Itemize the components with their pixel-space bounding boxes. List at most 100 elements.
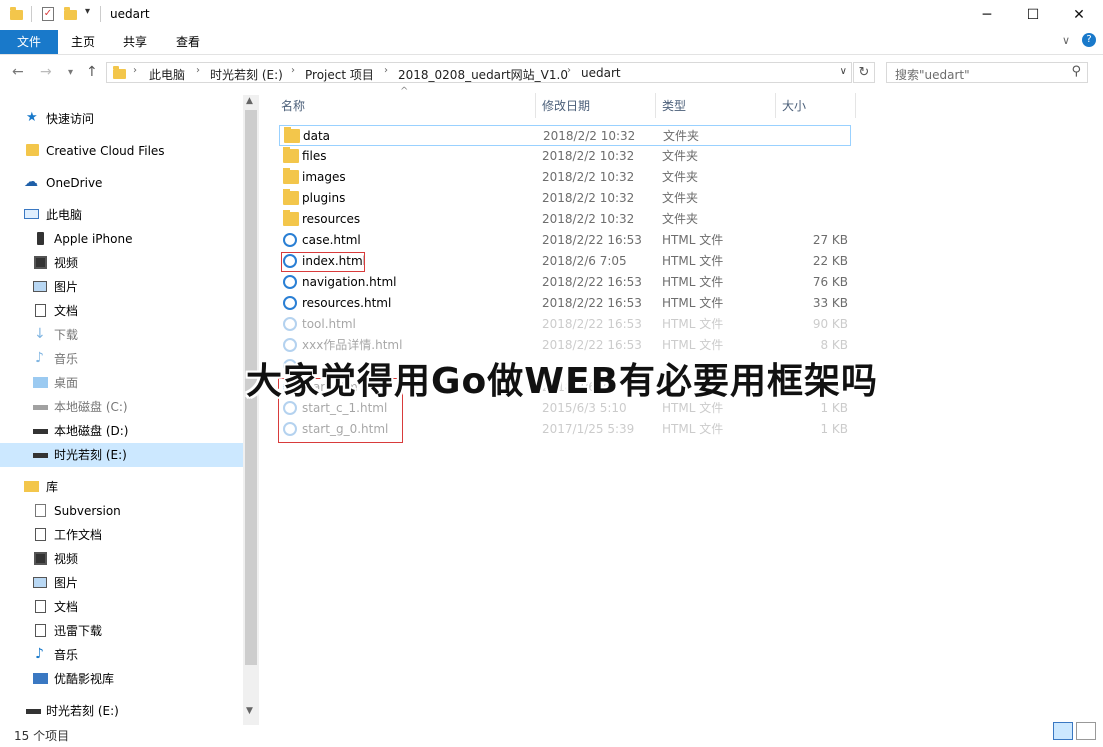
column-divider[interactable]: [775, 93, 776, 118]
search-icon[interactable]: ⚲: [1071, 64, 1081, 79]
column-header-name[interactable]: 名称: [281, 97, 305, 114]
file-row[interactable]: resources 2018/2/2 10:32 文件夹: [279, 209, 851, 230]
large-icons-view-button[interactable]: [1076, 722, 1096, 740]
scroll-down-icon[interactable]: ▼: [246, 706, 253, 716]
details-view-button[interactable]: [1053, 722, 1073, 740]
recent-chevron-icon[interactable]: ▾: [68, 67, 73, 78]
maximize-button[interactable]: ☐: [1010, 0, 1056, 30]
nav-item-label: Creative Cloud Files: [46, 144, 165, 158]
expand-ribbon-icon[interactable]: ∨: [1062, 34, 1070, 47]
file-type: HTML 文件: [662, 422, 724, 436]
file-row[interactable]: images 2018/2/2 10:32 文件夹: [279, 167, 851, 188]
file-type: 文件夹: [662, 212, 699, 226]
sort-ascending-icon: ^: [400, 86, 409, 97]
nav-item-youku[interactable]: 优酷影视库: [0, 667, 243, 691]
nav-item-lib-pictures[interactable]: 图片: [0, 571, 243, 595]
column-header-size[interactable]: 大小: [782, 97, 806, 114]
nav-item-music[interactable]: ♪ 音乐: [0, 347, 243, 371]
breadcrumb-this-pc[interactable]: 此电脑: [149, 66, 185, 83]
nav-item-drive-e[interactable]: 时光若刻 (E:): [0, 443, 243, 467]
file-row[interactable]: resources.html 2018/2/22 16:53 HTML 文件 3…: [279, 293, 851, 314]
refresh-button[interactable]: ↻: [853, 62, 875, 83]
nav-item-lib-videos[interactable]: 视频: [0, 547, 243, 571]
nav-item-downloads[interactable]: ↓ 下载: [0, 323, 243, 347]
file-name: tool.html: [302, 317, 356, 331]
nav-item-libraries[interactable]: 库: [0, 475, 243, 499]
nav-item-label: 迅雷下载: [54, 624, 103, 638]
chevron-down-icon[interactable]: ▾: [85, 6, 90, 17]
nav-item-quick-access[interactable]: ★ 快速访问: [0, 107, 243, 131]
tab-view[interactable]: 查看: [176, 30, 200, 54]
search-input[interactable]: 搜索"uedart" ⚲: [886, 62, 1088, 83]
file-name: case.html: [302, 233, 361, 247]
file-row[interactable]: plugins 2018/2/2 10:32 文件夹: [279, 188, 851, 209]
column-header-date[interactable]: 修改日期: [542, 97, 590, 114]
file-type: 文件夹: [662, 170, 699, 184]
document-icon: [35, 528, 46, 541]
nav-item-drive-e-bottom[interactable]: 时光若刻 (E:): [0, 699, 243, 723]
file-row[interactable]: case.html 2018/2/22 16:53 HTML 文件 27 KB: [279, 230, 851, 251]
file-date: 2018/2/22 16:53: [542, 233, 642, 247]
column-divider[interactable]: [655, 93, 656, 118]
document-icon: [35, 304, 46, 317]
chevron-down-icon[interactable]: ∨: [840, 66, 847, 77]
folder-icon[interactable]: [10, 7, 23, 20]
back-arrow-icon[interactable]: ←: [12, 64, 24, 80]
column-divider[interactable]: [855, 93, 856, 118]
nav-item-documents[interactable]: 文档: [0, 299, 243, 323]
breadcrumb-separator[interactable]: ›: [384, 65, 388, 76]
nav-item-onedrive[interactable]: ☁ OneDrive: [0, 171, 243, 195]
breadcrumb-uedart[interactable]: uedart: [581, 66, 621, 80]
column-divider[interactable]: [535, 93, 536, 118]
file-row[interactable]: files 2018/2/2 10:32 文件夹: [279, 146, 851, 167]
properties-icon[interactable]: ✓: [42, 7, 54, 21]
breadcrumb-separator[interactable]: ›: [567, 65, 571, 76]
file-row[interactable]: navigation.html 2018/2/22 16:53 HTML 文件 …: [279, 272, 851, 293]
nav-item-creative-cloud[interactable]: Creative Cloud Files: [0, 139, 243, 163]
nav-item-lib-music[interactable]: ♪ 音乐: [0, 643, 243, 667]
tab-home[interactable]: 主页: [71, 30, 95, 54]
nav-item-label: 视频: [54, 552, 79, 566]
forward-arrow-icon[interactable]: →: [40, 64, 52, 80]
nav-item-label: 此电脑: [46, 208, 83, 222]
file-row[interactable]: tool.html 2018/2/22 16:53 HTML 文件 90 KB: [279, 314, 851, 335]
address-bar[interactable]: › 此电脑 › 时光若刻 (E:) › Project 项目 › 2018_02…: [106, 62, 852, 83]
nav-item-pictures[interactable]: 图片: [0, 275, 243, 299]
file-name: navigation.html: [302, 275, 397, 289]
breadcrumb-project[interactable]: Project 项目: [305, 66, 374, 83]
breadcrumb-separator[interactable]: ›: [133, 65, 137, 76]
minimize-button[interactable]: ─: [964, 0, 1010, 30]
ribbon-divider: [0, 54, 1103, 55]
ribbon: 文件 主页 共享 查看 ∨ ?: [0, 30, 1103, 54]
nav-item-this-pc[interactable]: 此电脑: [0, 203, 243, 227]
breadcrumb-drive-e[interactable]: 时光若刻 (E:): [210, 66, 283, 83]
nav-item-label: 音乐: [54, 648, 79, 662]
breadcrumb-site-folder[interactable]: 2018_0208_uedart网站_V1.0: [398, 66, 568, 83]
file-icon: [35, 504, 46, 517]
search-placeholder: 搜索"uedart": [895, 68, 970, 82]
breadcrumb-separator[interactable]: ›: [196, 65, 200, 76]
nav-item-work-docs[interactable]: 工作文档: [0, 523, 243, 547]
breadcrumb-separator[interactable]: ›: [291, 65, 295, 76]
nav-item-iphone[interactable]: Apple iPhone: [0, 227, 243, 251]
up-arrow-icon[interactable]: ↑: [86, 64, 98, 80]
nav-item-drive-d[interactable]: 本地磁盘 (D:): [0, 419, 243, 443]
folder-icon: [284, 127, 300, 143]
tab-file[interactable]: 文件: [0, 30, 58, 54]
close-button[interactable]: ✕: [1056, 0, 1102, 30]
help-icon[interactable]: ?: [1082, 33, 1096, 47]
scroll-up-icon[interactable]: ▲: [246, 96, 253, 106]
new-folder-icon[interactable]: [64, 7, 77, 20]
nav-item-drive-c[interactable]: 本地磁盘 (C:): [0, 395, 243, 419]
column-header-type[interactable]: 类型: [662, 97, 686, 114]
nav-item-lib-documents[interactable]: 文档: [0, 595, 243, 619]
nav-item-subversion[interactable]: Subversion: [0, 499, 243, 523]
nav-item-label: 文档: [54, 600, 79, 614]
nav-item-label: 下载: [54, 328, 79, 342]
nav-item-thunder-downloads[interactable]: 迅雷下载: [0, 619, 243, 643]
nav-item-videos[interactable]: 视频: [0, 251, 243, 275]
file-row[interactable]: data 2018/2/2 10:32 文件夹: [279, 125, 851, 146]
nav-item-desktop[interactable]: 桌面: [0, 371, 243, 395]
music-icon: ♪: [35, 646, 44, 662]
tab-share[interactable]: 共享: [123, 30, 147, 54]
